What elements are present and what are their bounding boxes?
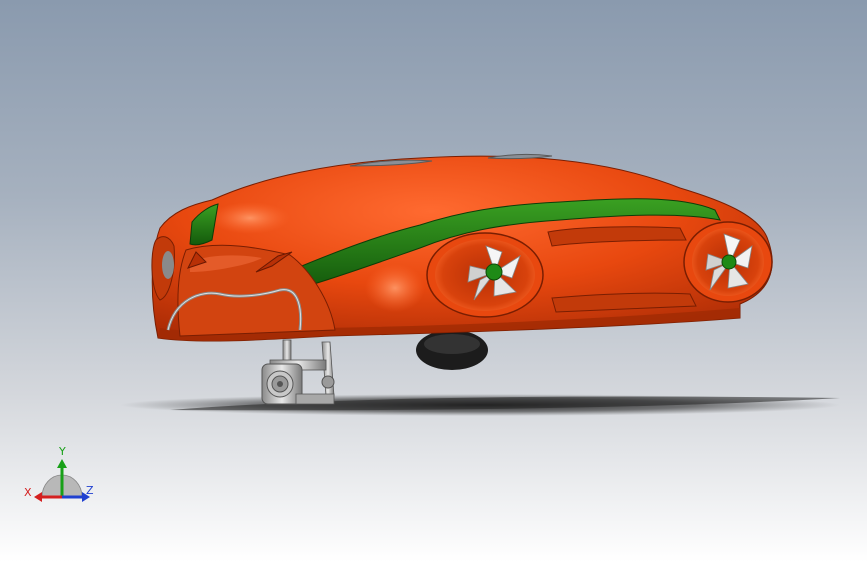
z-axis-label: Z (86, 484, 94, 497)
front-fan-duct[interactable] (426, 232, 544, 318)
y-axis-label: Y (58, 445, 66, 458)
rear-fan-duct[interactable] (683, 221, 773, 303)
rear-wheel[interactable] (416, 330, 488, 370)
front-fan-hub (485, 263, 503, 281)
orientation-triad[interactable]: Y X Z (24, 445, 94, 502)
cad-viewport[interactable]: Y X Z (0, 0, 867, 562)
y-axis-arrow (57, 459, 67, 468)
x-axis-label: X (24, 486, 32, 499)
model-view[interactable]: Y X Z (0, 0, 867, 562)
front-landing-gear[interactable] (261, 339, 335, 405)
x-axis-arrow (34, 492, 42, 502)
rear-fan-hub (721, 254, 737, 270)
